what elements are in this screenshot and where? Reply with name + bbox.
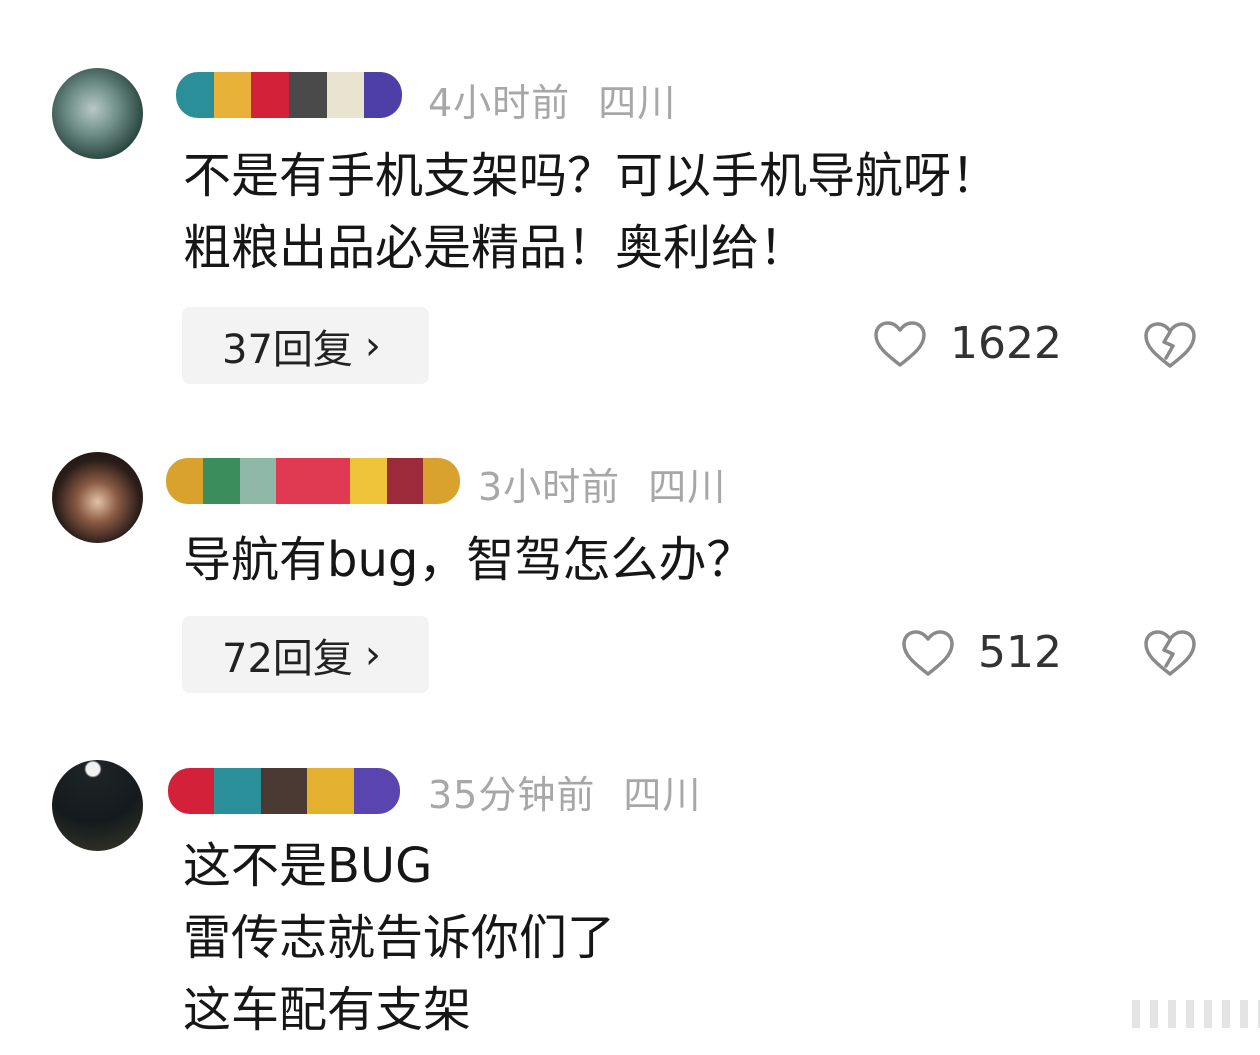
- like-button[interactable]: 1622: [872, 318, 1062, 369]
- comment-location: 四川: [623, 773, 702, 817]
- replies-count: 37回复: [222, 326, 353, 373]
- comment-location: 四川: [598, 81, 677, 125]
- like-count: 512: [978, 627, 1062, 678]
- heart-outline-icon: [874, 320, 926, 367]
- comment-time: 35分钟前: [428, 773, 596, 817]
- avatar[interactable]: [52, 452, 143, 543]
- comment-text: 不是有手机支架吗？可以手机导航呀！ 粗粮出品必是精品！奥利给！: [183, 148, 1000, 276]
- comment-location: 四川: [648, 465, 727, 509]
- broken-heart-icon[interactable]: [1142, 320, 1198, 370]
- replies-count: 72回复: [222, 635, 353, 682]
- chevron-right-icon: ›: [364, 322, 381, 369]
- redacted-username: [166, 458, 460, 504]
- comment-text: 这不是BUG 雷传志就告诉你们了 这车配有支架: [183, 838, 616, 1038]
- comment-meta: 35分钟前 四川: [428, 764, 701, 819]
- redacted-username: [168, 768, 400, 814]
- chevron-right-icon: ›: [364, 631, 381, 678]
- comment-time: 3小时前: [478, 465, 621, 509]
- broken-heart-icon[interactable]: [1142, 628, 1198, 678]
- avatar[interactable]: [52, 760, 143, 851]
- view-replies-button[interactable]: 72回复 ›: [182, 616, 429, 693]
- comment-meta: 4小时前 四川: [428, 72, 676, 127]
- redacted-username: [176, 72, 402, 118]
- avatar[interactable]: [52, 68, 143, 159]
- view-replies-button[interactable]: 37回复 ›: [182, 307, 429, 384]
- like-button[interactable]: 512: [900, 627, 1062, 678]
- like-count: 1622: [950, 318, 1062, 369]
- heart-outline-icon: [902, 629, 954, 676]
- comment-time: 4小时前: [428, 81, 571, 125]
- comment-text: 导航有bug，智驾怎么办？: [183, 532, 755, 588]
- watermark-bars: [1132, 1000, 1260, 1028]
- comment-meta: 3小时前 四川: [478, 456, 726, 511]
